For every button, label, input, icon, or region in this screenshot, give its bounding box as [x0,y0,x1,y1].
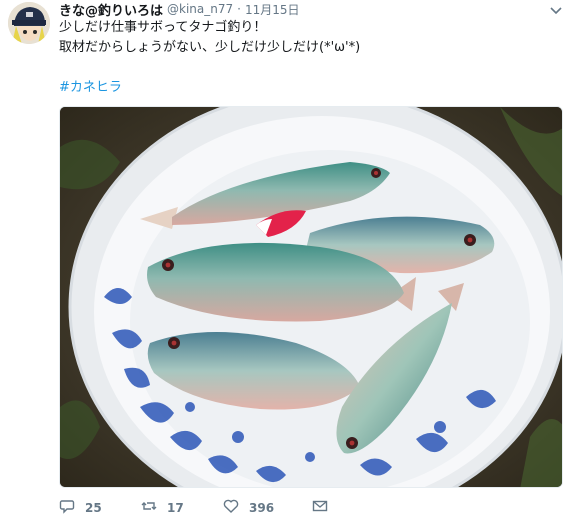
avatar[interactable] [8,2,50,44]
tweet-text-line-1: 少しだけ仕事サボってタナゴ釣り！ [59,20,267,35]
user-handle[interactable]: @kina_n77 [167,2,233,16]
reply-icon [59,498,75,518]
like-count: 396 [249,501,275,515]
heart-icon [223,498,239,518]
reply-count: 25 [85,501,102,515]
hashtag-link[interactable]: #カネヒラ [59,78,122,98]
like-button[interactable]: 396 [223,498,274,518]
retweet-button[interactable]: 17 [141,498,185,518]
tweet-text: 少しだけ仕事サボってタナゴ釣り！ 取材だからしょうがない、少しだけ少しだけ(*'… [59,18,360,58]
reply-button[interactable]: 25 [59,498,103,518]
separator-dot: · [237,2,241,16]
tweet-actions: 25 17 396 [59,498,366,518]
tweet: きな@釣りいろは @kina_n77 · 11月15日 少しだけ仕事サボってタナ… [0,0,571,524]
chevron-down-icon[interactable] [549,2,563,15]
tweet-text-line-2: 取材だからしょうがない、少しだけ少しだけ(*'ω'*) [59,40,361,55]
direct-message-button[interactable] [312,498,328,518]
tweet-date[interactable]: 11月15日 [245,1,300,18]
tweet-photo[interactable] [59,106,563,488]
display-name[interactable]: きな@釣りいろは [59,0,163,19]
retweet-icon [141,498,157,518]
retweet-count: 17 [167,501,184,515]
tweet-header: きな@釣りいろは @kina_n77 · 11月15日 [59,0,300,19]
envelope-icon [312,498,328,518]
